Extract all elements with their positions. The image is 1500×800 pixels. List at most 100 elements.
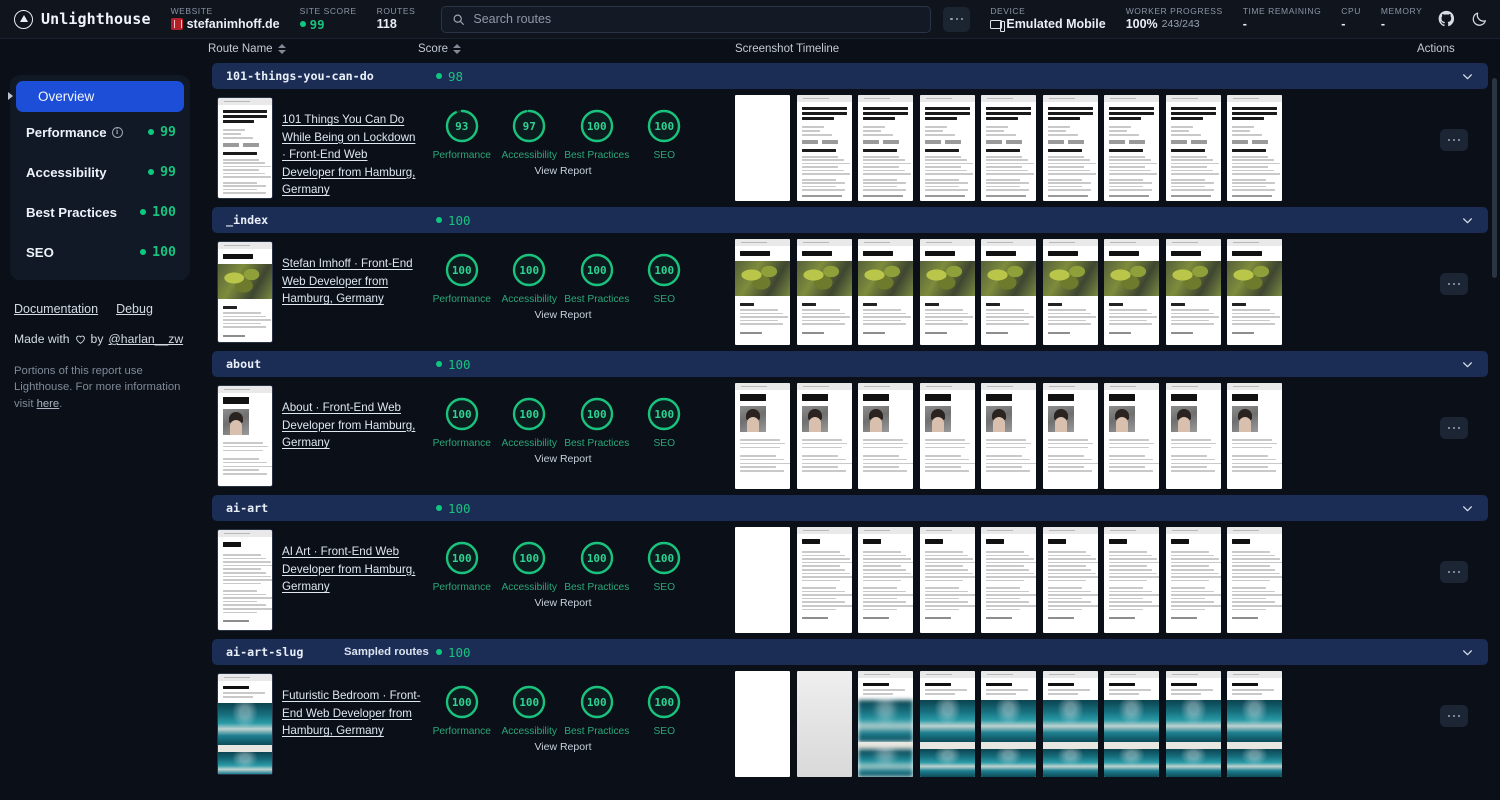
timeline-screenshot[interactable] bbox=[1165, 527, 1221, 633]
timeline-screenshot[interactable] bbox=[1227, 671, 1282, 777]
route-title-link[interactable]: AI Art · Front-End Web Developer from Ha… bbox=[282, 543, 422, 596]
route-group-header[interactable]: 101-things-you-can-do 98 bbox=[212, 63, 1488, 89]
timeline-screenshot[interactable] bbox=[1227, 239, 1282, 345]
timeline-screenshot[interactable] bbox=[981, 383, 1036, 489]
score-cell[interactable]: 93 Performance bbox=[428, 107, 496, 161]
score-cell[interactable]: 100 SEO bbox=[631, 107, 699, 161]
timeline-screenshot[interactable] bbox=[735, 95, 790, 201]
timeline-screenshot[interactable] bbox=[1104, 239, 1159, 345]
row-actions-button[interactable] bbox=[1440, 129, 1468, 151]
score-cell[interactable]: 100 SEO bbox=[631, 539, 699, 593]
timeline-screenshot[interactable] bbox=[1104, 383, 1159, 489]
search-box[interactable] bbox=[441, 5, 932, 33]
author-link[interactable]: @harlan__zw bbox=[108, 332, 183, 346]
route-title-link[interactable]: 101 Things You Can Do While Being on Loc… bbox=[282, 111, 422, 199]
vertical-scrollbar[interactable] bbox=[1492, 78, 1497, 278]
score-cell[interactable]: 97 Accessibility bbox=[496, 107, 564, 161]
chevron-down-icon[interactable] bbox=[1461, 358, 1474, 371]
column-header-score[interactable]: Score bbox=[418, 43, 462, 55]
score-cell[interactable]: 100 Best Practices bbox=[563, 683, 631, 737]
route-thumbnail[interactable] bbox=[218, 674, 272, 774]
timeline-screenshot[interactable] bbox=[858, 383, 913, 489]
sidebar-item-seo[interactable]: SEO 100 bbox=[10, 232, 190, 272]
score-cell[interactable]: 100 Accessibility bbox=[496, 395, 564, 449]
timeline-screenshot[interactable] bbox=[796, 671, 852, 777]
view-report-link[interactable]: View Report bbox=[428, 309, 698, 321]
score-cell[interactable]: 100 SEO bbox=[631, 395, 699, 449]
timeline-screenshot[interactable] bbox=[1042, 383, 1098, 489]
timeline-screenshot[interactable] bbox=[735, 527, 790, 633]
timeline-screenshot[interactable] bbox=[981, 527, 1036, 633]
route-title-link[interactable]: Stefan Imhoff · Front-End Web Developer … bbox=[282, 255, 422, 308]
timeline-screenshot[interactable] bbox=[796, 527, 852, 633]
sidebar-item-overview[interactable]: Overview bbox=[8, 81, 184, 112]
search-input[interactable] bbox=[473, 12, 921, 26]
sidebar-item-performance[interactable]: Performance i 99 bbox=[10, 112, 190, 152]
chevron-down-icon[interactable] bbox=[1461, 70, 1474, 83]
timeline-screenshot[interactable] bbox=[1104, 671, 1159, 777]
row-actions-button[interactable] bbox=[1440, 417, 1468, 439]
chevron-down-icon[interactable] bbox=[1461, 214, 1474, 227]
view-report-link[interactable]: View Report bbox=[428, 453, 698, 465]
timeline-screenshot[interactable] bbox=[858, 239, 913, 345]
route-thumbnail[interactable] bbox=[218, 530, 272, 630]
view-report-link[interactable]: View Report bbox=[428, 597, 698, 609]
timeline-screenshot[interactable] bbox=[858, 95, 913, 201]
score-cell[interactable]: 100 Best Practices bbox=[563, 251, 631, 305]
timeline-screenshot[interactable] bbox=[1042, 671, 1098, 777]
lighthouse-here-link[interactable]: here bbox=[37, 398, 60, 410]
timeline-screenshot[interactable] bbox=[1104, 95, 1159, 201]
timeline-screenshot[interactable] bbox=[1042, 239, 1098, 345]
column-header-route-name[interactable]: Route Name bbox=[208, 43, 286, 55]
timeline-screenshot[interactable] bbox=[1165, 95, 1221, 201]
route-group-header[interactable]: about 100 bbox=[212, 351, 1488, 377]
chevron-down-icon[interactable] bbox=[1461, 646, 1474, 659]
chevron-down-icon[interactable] bbox=[1461, 502, 1474, 515]
timeline-screenshot[interactable] bbox=[981, 95, 1036, 201]
timeline-screenshot[interactable] bbox=[735, 383, 790, 489]
timeline-screenshot[interactable] bbox=[981, 239, 1036, 345]
timeline-screenshot[interactable] bbox=[796, 95, 852, 201]
timeline-screenshot[interactable] bbox=[1042, 527, 1098, 633]
sidebar-item-accessibility[interactable]: Accessibility 99 bbox=[10, 152, 190, 192]
score-cell[interactable]: 100 Best Practices bbox=[563, 539, 631, 593]
timeline-screenshot[interactable] bbox=[735, 671, 790, 777]
timeline-screenshot[interactable] bbox=[1227, 95, 1282, 201]
info-icon[interactable]: i bbox=[111, 126, 123, 138]
route-title-link[interactable]: About · Front-End Web Developer from Ham… bbox=[282, 399, 422, 452]
timeline-screenshot[interactable] bbox=[858, 671, 913, 777]
score-cell[interactable]: 100 Performance bbox=[428, 251, 496, 305]
score-cell[interactable]: 100 Performance bbox=[428, 395, 496, 449]
score-cell[interactable]: 100 Best Practices bbox=[563, 395, 631, 449]
score-cell[interactable]: 100 SEO bbox=[631, 683, 699, 737]
timeline-screenshot[interactable] bbox=[1165, 239, 1221, 345]
score-cell[interactable]: 100 Best Practices bbox=[563, 107, 631, 161]
timeline-screenshot[interactable] bbox=[919, 527, 975, 633]
view-report-link[interactable]: View Report bbox=[428, 165, 698, 177]
sort-toggle-icon[interactable] bbox=[277, 43, 286, 55]
row-actions-button[interactable] bbox=[1440, 705, 1468, 727]
view-report-link[interactable]: View Report bbox=[428, 741, 698, 753]
documentation-link[interactable]: Documentation bbox=[14, 302, 98, 316]
timeline-screenshot[interactable] bbox=[1042, 95, 1098, 201]
timeline-screenshot[interactable] bbox=[981, 671, 1036, 777]
score-cell[interactable]: 100 Accessibility bbox=[496, 683, 564, 737]
sidebar-item-best-practices[interactable]: Best Practices 100 bbox=[10, 192, 190, 232]
score-cell[interactable]: 100 Performance bbox=[428, 683, 496, 737]
timeline-screenshot[interactable] bbox=[1165, 671, 1221, 777]
route-title-link[interactable]: Futuristic Bedroom · Front-End Web Devel… bbox=[282, 687, 422, 740]
route-group-header[interactable]: ai-art-slug Sampled routes 100 bbox=[212, 639, 1488, 665]
timeline-screenshot[interactable] bbox=[919, 239, 975, 345]
timeline-screenshot[interactable] bbox=[919, 95, 975, 201]
row-actions-button[interactable] bbox=[1440, 273, 1468, 295]
github-icon[interactable] bbox=[1438, 10, 1455, 28]
score-cell[interactable]: 100 Accessibility bbox=[496, 539, 564, 593]
route-group-header[interactable]: _index 100 bbox=[212, 207, 1488, 233]
timeline-screenshot[interactable] bbox=[858, 527, 913, 633]
timeline-screenshot[interactable] bbox=[1165, 383, 1221, 489]
header-more-options-button[interactable] bbox=[943, 6, 971, 32]
timeline-screenshot[interactable] bbox=[919, 671, 975, 777]
score-cell[interactable]: 100 Accessibility bbox=[496, 251, 564, 305]
timeline-screenshot[interactable] bbox=[1227, 383, 1282, 489]
timeline-screenshot[interactable] bbox=[796, 239, 852, 345]
